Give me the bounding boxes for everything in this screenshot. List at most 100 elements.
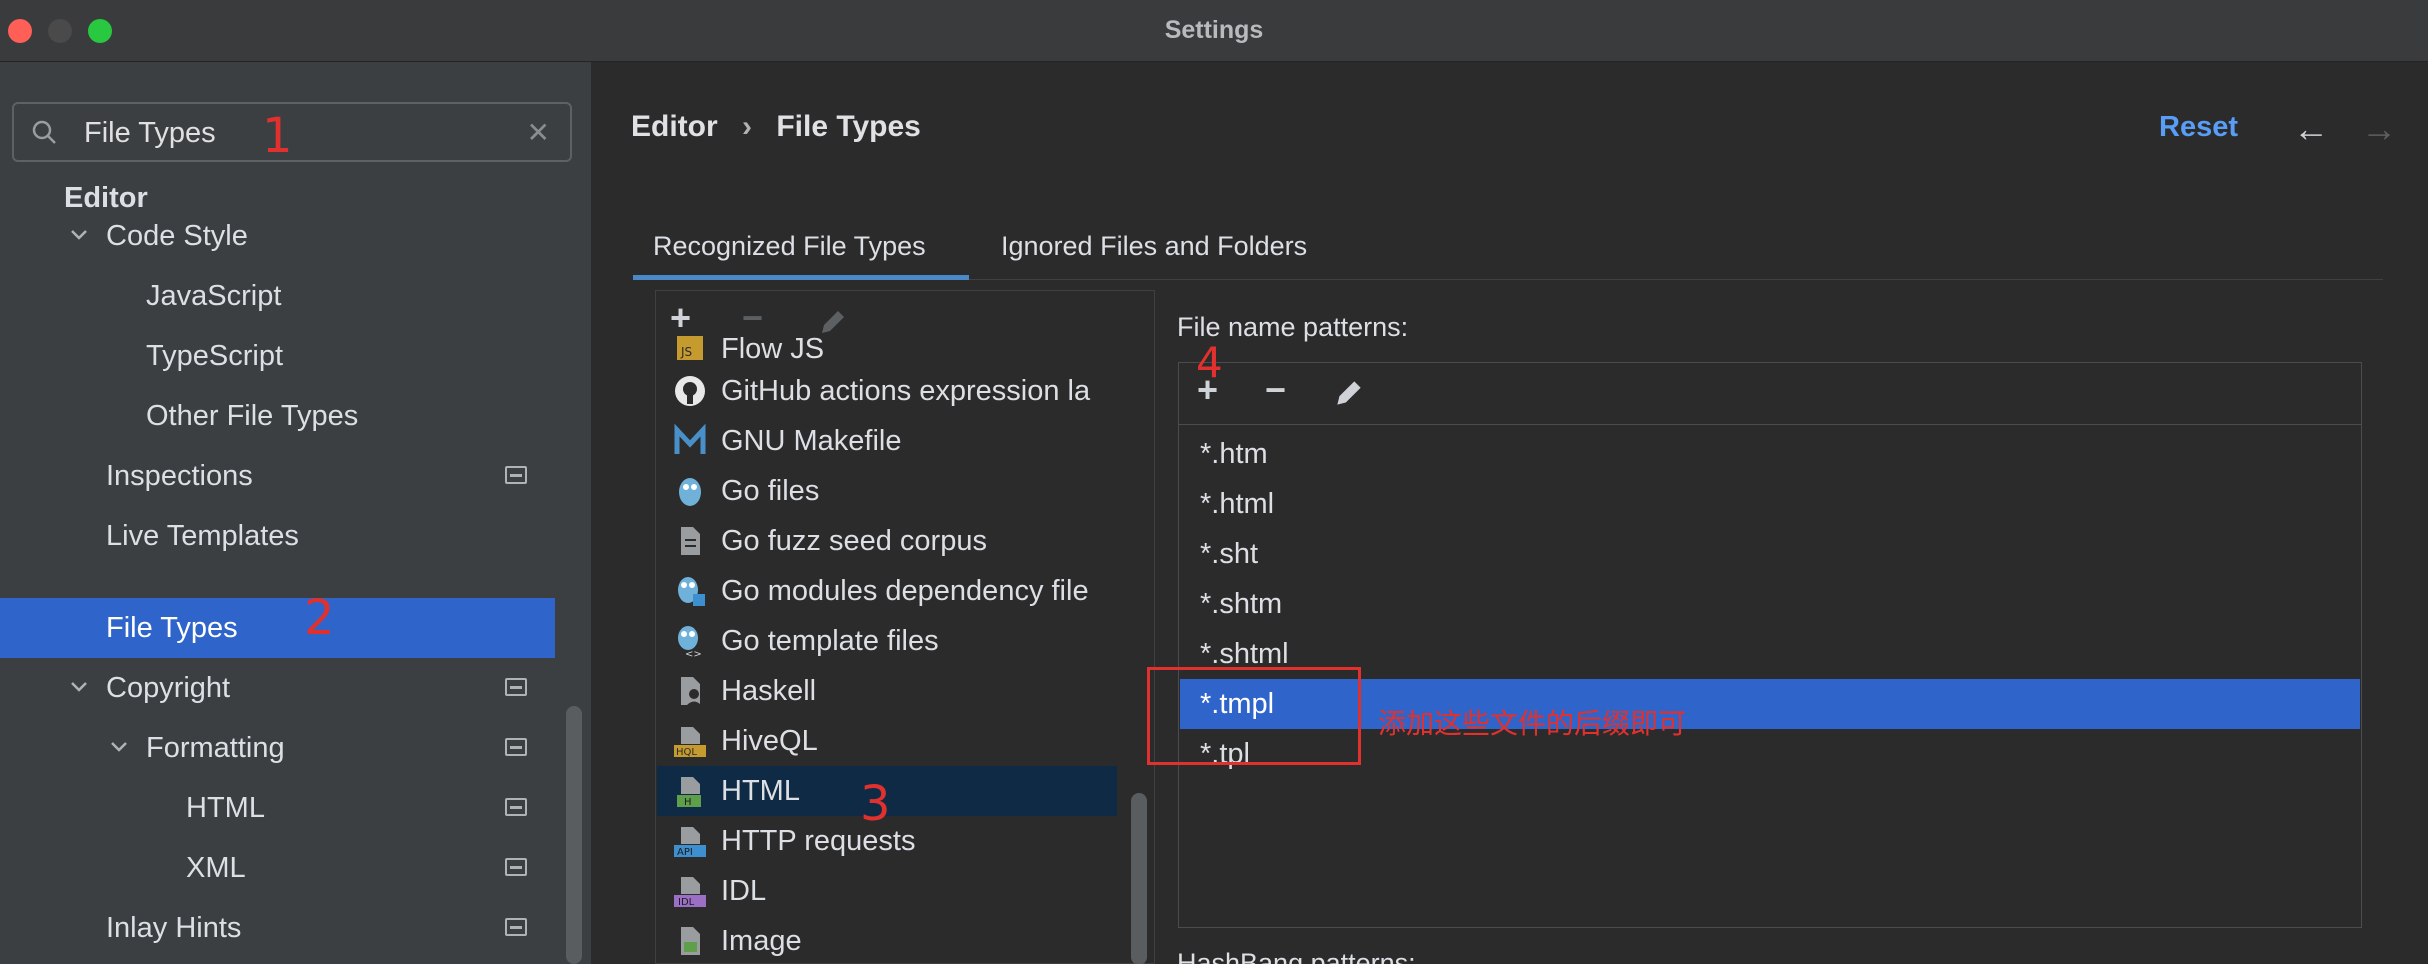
forward-arrow-icon[interactable]: → [2361,108,2397,150]
list-item[interactable]: IDL IDL [657,866,1117,916]
flow-js-icon: JS [677,336,703,360]
list-item[interactable]: Go modules dependency file [657,566,1117,616]
file-types-scrollbar[interactable] [1131,793,1147,964]
sidebar-scrollbar[interactable] [566,706,582,964]
sidebar-item-javascript[interactable]: JavaScript [0,266,555,326]
sidebar-item-label: HTML [186,792,265,824]
clear-search-icon[interactable]: ✕ [527,116,550,149]
breadcrumb-parent[interactable]: Editor [631,110,718,144]
sidebar-item-label: Inspections [106,460,253,492]
file-type-label: HTML [721,775,800,807]
file-type-label: Go files [721,475,820,507]
search-icon [32,120,56,144]
list-item[interactable]: JS Flow JS [657,336,1117,366]
annotation-note: 添加这些文件的后缀即可 [1378,707,1687,740]
list-item[interactable]: <> Go template files [657,616,1117,666]
gopher-icon [679,478,701,506]
list-item[interactable]: Image [657,916,1117,964]
file-types-list: + − JS Flow JS GitHub actions expression… [655,290,1155,964]
file-type-label: Go fuzz seed corpus [721,525,987,557]
list-item[interactable]: GNU Makefile [657,416,1117,466]
svg-text:API: API [677,847,693,858]
sidebar-item-file-types[interactable]: File Types [0,598,555,658]
gopher-module-icon [678,577,705,606]
edit-pencil-icon[interactable] [816,305,850,339]
sidebar-item-label: Live Templates [106,520,299,552]
breadcrumb: Editor › File Types [631,110,921,144]
project-settings-icon [505,918,527,936]
sidebar-item-label: JavaScript [146,280,282,312]
svg-text:JS: JS [680,345,692,359]
sidebar-item-live-templates[interactable]: Live Templates [0,506,555,566]
file-icon [681,527,700,555]
tab-recognized-file-types[interactable]: Recognized File Types [633,212,969,280]
patterns-toolbar: + − [1179,363,2361,425]
file-type-label: Go template files [721,625,939,657]
sidebar-item-formatting[interactable]: Formatting [0,718,555,778]
back-arrow-icon[interactable]: ← [2293,108,2329,150]
edit-pencil-icon[interactable] [1331,375,1367,411]
sidebar-item-xml[interactable]: XML [0,838,555,898]
file-type-label: GNU Makefile [721,425,902,457]
hql-icon: HQL [674,727,706,758]
tab-ignored-files-and-folders[interactable]: Ignored Files and Folders [981,212,1327,280]
sidebar-item-typescript[interactable]: TypeScript [0,326,555,386]
project-settings-icon [505,678,527,696]
pattern-row[interactable]: *.htm [1180,429,2360,479]
sidebar-item-label: File Types [106,612,238,644]
pattern-row[interactable]: *.sht [1180,529,2360,579]
annotation-mark-1: 1 [262,108,293,164]
sidebar-item-label: Formatting [146,732,285,764]
github-icon [675,376,705,406]
project-settings-icon [505,466,527,484]
api-icon: API [674,827,706,858]
image-icon [681,927,700,955]
svg-text:IDL: IDL [678,897,695,908]
sidebar-item-html[interactable]: HTML [0,778,555,838]
html-file-icon: H [677,777,701,808]
chevron-down-icon[interactable] [70,226,88,244]
annotation-mark-4: 4 [1196,338,1223,387]
remove-pattern-button[interactable]: − [1265,369,1286,411]
list-item[interactable]: GitHub actions expression la [657,366,1117,416]
add-file-type-button[interactable]: + [670,297,691,339]
tab-bar: Recognized File Types Ignored Files and … [633,212,2383,280]
remove-file-type-button[interactable]: − [742,297,763,339]
sidebar-item-code-style[interactable]: Code Style [0,206,555,266]
idl-icon: IDL [674,877,706,908]
patterns-list: + − *.htm *.html *.sht *.shtm *.shtml *.… [1178,362,2362,928]
svg-text:<>: <> [685,649,702,658]
file-type-label: Image [721,925,802,957]
pattern-row[interactable]: *.shtm [1180,579,2360,629]
chevron-down-icon[interactable] [70,678,88,696]
file-type-label: Haskell [721,675,817,707]
annotation-mark-2: 2 [304,590,335,646]
list-item[interactable]: Go fuzz seed corpus [657,516,1117,566]
sidebar-item-copyright[interactable]: Copyright [0,658,555,718]
project-settings-icon [505,798,527,816]
chevron-down-icon[interactable] [110,738,128,756]
title-bar: Settings [0,0,2428,62]
settings-sidebar: File Types ✕ Editor Code Style JavaScrip… [0,62,592,964]
reset-link[interactable]: Reset [2159,111,2238,144]
makefile-icon [674,424,706,454]
list-item[interactable]: Go files [657,466,1117,516]
file-type-label: Flow JS [721,336,825,365]
svg-text:HQL: HQL [676,747,697,758]
sidebar-item-inspections[interactable]: Inspections [0,446,555,506]
svg-text:H: H [684,797,692,808]
sidebar-item-inlay-hints[interactable]: Inlay Hints [0,898,555,958]
breadcrumb-separator: › [742,110,753,143]
gopher-template-icon: <> [678,626,702,658]
project-settings-icon [505,738,527,756]
file-type-label: Go modules dependency file [721,575,1089,607]
sidebar-item-other-file-types[interactable]: Other File Types [0,386,555,446]
sidebar-item-label: Copyright [106,672,231,704]
sidebar-item-label: Other File Types [146,400,359,432]
pattern-row[interactable]: *.html [1180,479,2360,529]
sidebar-item-label: Inlay Hints [106,912,242,944]
list-item[interactable]: Haskell [657,666,1117,716]
annotation-highlight-box [1147,667,1361,765]
list-item[interactable]: HQL HiveQL [657,716,1117,766]
sidebar-item-label: TypeScript [146,340,283,372]
